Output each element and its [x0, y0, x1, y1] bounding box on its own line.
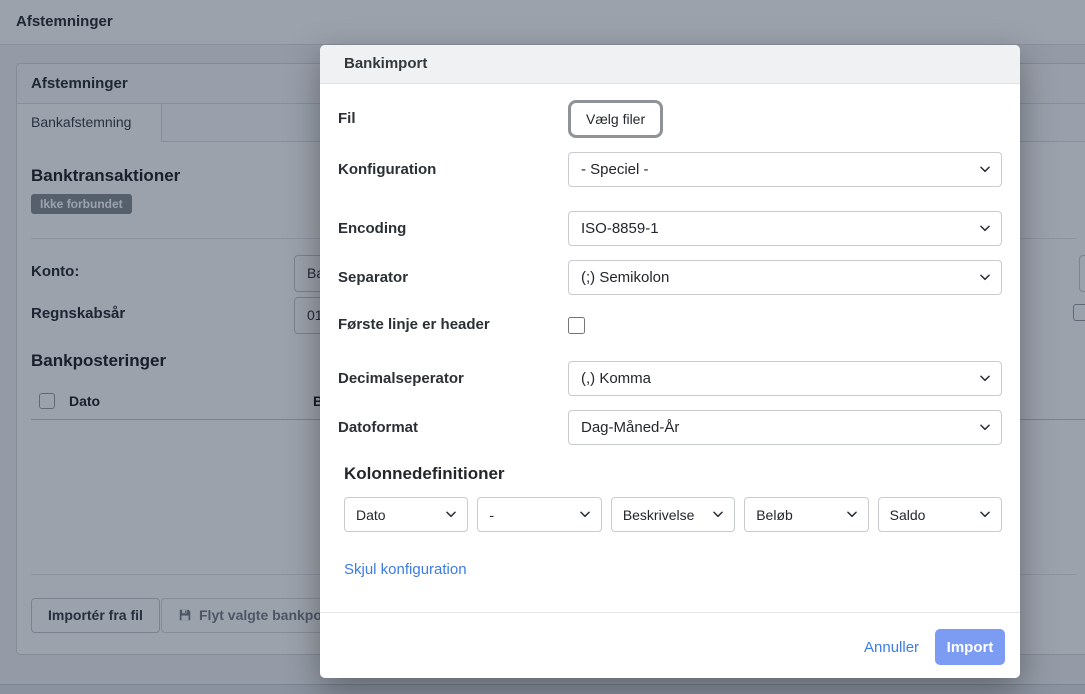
column-select-wrap: Beskrivelse	[611, 497, 735, 532]
footer-divider	[320, 612, 1020, 613]
column-2-select[interactable]: -	[477, 497, 601, 532]
separator-select-wrap: (;) Semikolon	[568, 260, 1002, 295]
datoformat-label: Datoformat	[338, 419, 418, 436]
import-button[interactable]: Import	[935, 629, 1005, 665]
encoding-label: Encoding	[338, 220, 406, 237]
datoformat-select-wrap: Dag-Måned-År	[568, 410, 1002, 445]
skjul-konfiguration-link[interactable]: Skjul konfiguration	[344, 561, 467, 578]
header-line-label: Første linje er header	[338, 316, 490, 333]
separator-select[interactable]: (;) Semikolon	[568, 260, 1002, 295]
annuller-link[interactable]: Annuller	[864, 639, 919, 656]
column-select-wrap: Dato	[344, 497, 468, 532]
encoding-select-wrap: ISO-8859-1	[568, 211, 1002, 246]
fil-label: Fil	[338, 110, 356, 127]
decimalseperator-label: Decimalseperator	[338, 370, 464, 387]
decimal-select[interactable]: (,) Komma	[568, 361, 1002, 396]
bankimport-modal: Bankimport Fil Vælg filer Konfiguration …	[320, 45, 1020, 678]
modal-title: Bankimport	[344, 55, 427, 72]
kolonnedefinitioner-heading: Kolonnedefinitioner	[344, 464, 505, 484]
modal-header: Bankimport	[320, 45, 1020, 84]
column-3-select[interactable]: Beskrivelse	[611, 497, 735, 532]
konfiguration-label: Konfiguration	[338, 161, 436, 178]
column-4-select[interactable]: Beløb	[744, 497, 868, 532]
konfiguration-select[interactable]: - Speciel -	[568, 152, 1002, 187]
column-definitions-row: Dato - Beskrivelse Beløb Saldo	[344, 497, 1002, 532]
encoding-select[interactable]: ISO-8859-1	[568, 211, 1002, 246]
column-1-select[interactable]: Dato	[344, 497, 468, 532]
konfiguration-select-wrap: - Speciel -	[568, 152, 1002, 187]
column-select-wrap: -	[477, 497, 601, 532]
column-select-wrap: Beløb	[744, 497, 868, 532]
column-5-select[interactable]: Saldo	[878, 497, 1002, 532]
first-line-header-checkbox[interactable]	[568, 317, 585, 334]
datoformat-select[interactable]: Dag-Måned-År	[568, 410, 1002, 445]
choose-files-button[interactable]: Vælg filer	[568, 100, 663, 138]
separator-label: Separator	[338, 269, 408, 286]
decimal-select-wrap: (,) Komma	[568, 361, 1002, 396]
column-select-wrap: Saldo	[878, 497, 1002, 532]
